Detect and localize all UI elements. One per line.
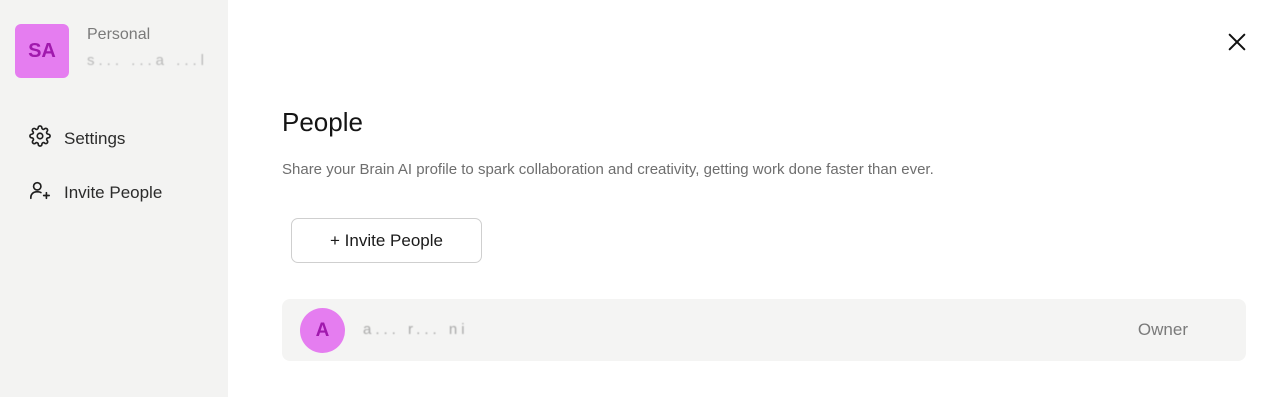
page-title: People [282,107,363,137]
workspace-name: s... ...a ...l [87,52,209,69]
sidebar-item-settings[interactable]: Settings [29,125,125,152]
close-button[interactable] [1226,31,1248,53]
member-role: Owner [1137,320,1188,339]
workspace-switcher[interactable]: SA Personal s... ...a ...l [15,24,208,78]
gear-icon [29,125,51,152]
sidebar-item-invite-people[interactable]: Invite People [29,179,162,206]
workspace-info: Personal s... ...a ...l [87,26,208,69]
sidebar: SA Personal s... ...a ...l Settings Invi… [0,0,228,397]
workspace-avatar: SA [15,24,69,78]
user-plus-icon [29,179,51,206]
invite-people-button[interactable]: + Invite People [291,218,482,263]
member-avatar: A [300,308,345,353]
sidebar-item-label: Invite People [64,182,163,202]
workspace-type: Personal [87,26,151,43]
page-description: Share your Brain AI profile to spark col… [282,161,934,178]
close-icon [1226,33,1248,57]
member-name: a... r... ni [363,321,469,338]
member-row: A a... r... ni Owner [282,299,1246,361]
sidebar-item-label: Settings [64,128,126,148]
